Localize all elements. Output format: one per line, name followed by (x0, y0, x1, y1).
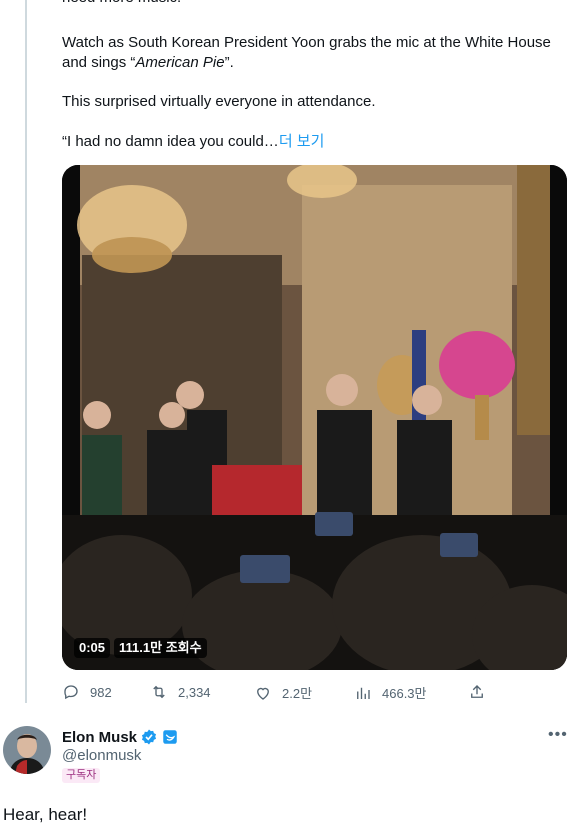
video-badges: 0:05 111.1만 조회수 (74, 638, 207, 658)
like-button[interactable]: 2.2만 (254, 683, 312, 702)
author-name[interactable]: Elon Musk (62, 729, 137, 746)
views-button[interactable]: 466.3만 (354, 683, 427, 702)
avatar-image (3, 726, 51, 774)
views-count: 466.3만 (382, 686, 427, 701)
reply-icon (64, 685, 78, 700)
show-more-link[interactable]: 더 보기 (279, 133, 325, 150)
verified-badge-icon (141, 729, 157, 745)
tweet-text-line: This surprised virtually everyone in att… (62, 93, 376, 110)
reply-text: Hear, hear! (3, 805, 88, 824)
affiliate-badge-icon (163, 730, 177, 744)
reply-count: 982 (90, 684, 112, 700)
retweet-icon (153, 685, 165, 699)
thread-line (25, 0, 27, 703)
tweet-text-line: “I had no damn idea you could…더 보기 (62, 133, 325, 150)
retweet-button[interactable]: 2,334 (150, 683, 211, 701)
retweet-count: 2,334 (178, 684, 211, 700)
share-icon (471, 685, 483, 698)
share-button[interactable] (468, 683, 496, 701)
analytics-icon (357, 687, 370, 699)
video-player[interactable]: 0:05 111.1만 조회수 (62, 165, 567, 670)
reply-author: Elon Musk @elonmusk 구독자 (62, 727, 179, 783)
tweet-text-line: Watch as South Korean President Yoon gra… (62, 34, 551, 71)
tweet-text-line: need more music. (62, 0, 181, 8)
song-title: American Pie (135, 54, 225, 71)
video-timestamp: 0:05 (74, 638, 111, 658)
more-dots-icon[interactable]: ••• (548, 726, 568, 744)
subscriber-badge: 구독자 (62, 768, 101, 783)
reply-button[interactable]: 982 (62, 683, 112, 701)
tweet-actions: 982 2,334 2.2만 466.3만 (62, 683, 492, 703)
video-view-count: 111.1만 조회수 (114, 638, 207, 658)
avatar[interactable] (3, 726, 51, 774)
author-name-row: Elon Musk (62, 727, 179, 747)
heart-icon (257, 687, 269, 700)
like-count: 2.2만 (282, 686, 313, 701)
video-frame (62, 165, 567, 670)
author-handle[interactable]: @elonmusk (62, 747, 141, 764)
